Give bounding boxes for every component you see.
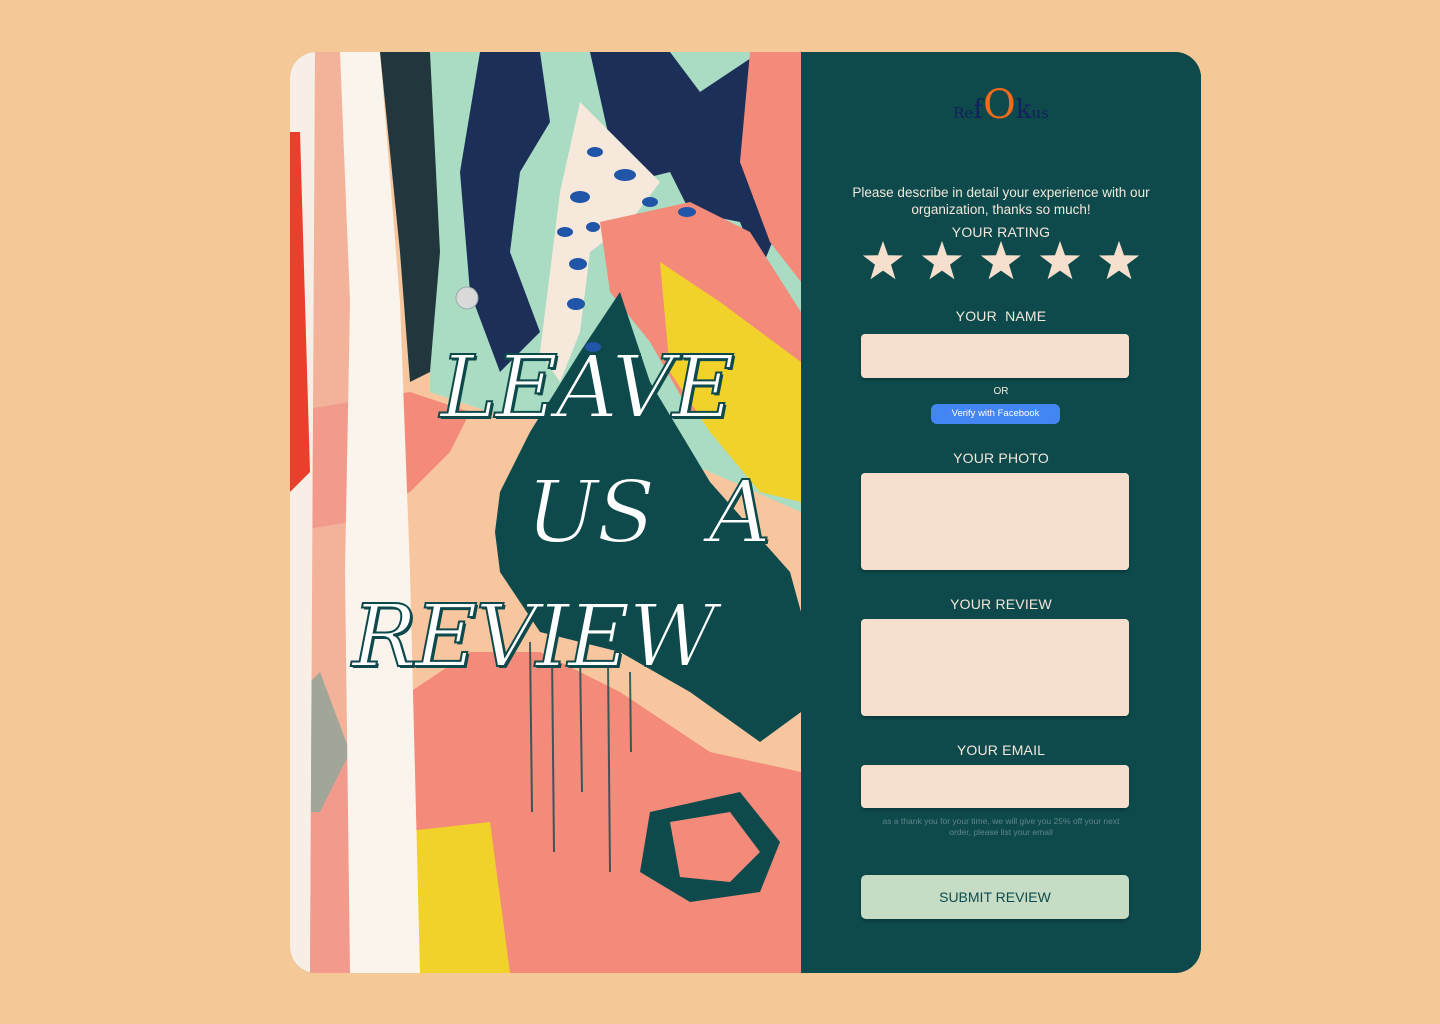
submit-review-button[interactable]: SUBMIT REVIEW (861, 875, 1129, 919)
email-discount-note: as a thank you for your time, we will gi… (882, 816, 1120, 837)
logo-part: k (1015, 95, 1032, 125)
star-icon-5[interactable] (1096, 238, 1142, 284)
brand-logo: RefOkus (801, 82, 1201, 128)
verify-facebook-button[interactable]: Verify with Facebook (931, 404, 1060, 424)
logo-part: Re (953, 104, 974, 122)
email-input[interactable] (861, 765, 1129, 808)
photo-label: YOUR PHOTO (953, 450, 1049, 466)
logo-part: f (973, 95, 983, 125)
review-label: YOUR REVIEW (950, 596, 1052, 612)
email-label: YOUR EMAIL (956, 742, 1046, 758)
logo-part: us (1031, 104, 1049, 122)
star-icon-3[interactable] (978, 238, 1024, 284)
review-textarea[interactable] (861, 619, 1129, 716)
star-rating[interactable] (860, 238, 1142, 290)
name-label: YOUR NAME (955, 308, 1047, 324)
logo-part-accent: O (982, 82, 1016, 128)
name-input[interactable] (861, 334, 1129, 378)
star-icon-4[interactable] (1037, 238, 1083, 284)
review-card: LEAVE US A REVIEW RefOkus Please describ… (290, 52, 1201, 973)
or-divider-text: OR (993, 386, 1009, 397)
star-icon-1[interactable] (860, 238, 906, 284)
form-intro-text: Please describe in detail your experienc… (852, 185, 1150, 217)
photo-upload-area[interactable] (861, 473, 1129, 570)
abstract-painting-image: LEAVE US A REVIEW (290, 52, 801, 973)
review-form-panel: RefOkus Please describe in detail your e… (801, 52, 1201, 973)
star-icon-2[interactable] (919, 238, 965, 284)
